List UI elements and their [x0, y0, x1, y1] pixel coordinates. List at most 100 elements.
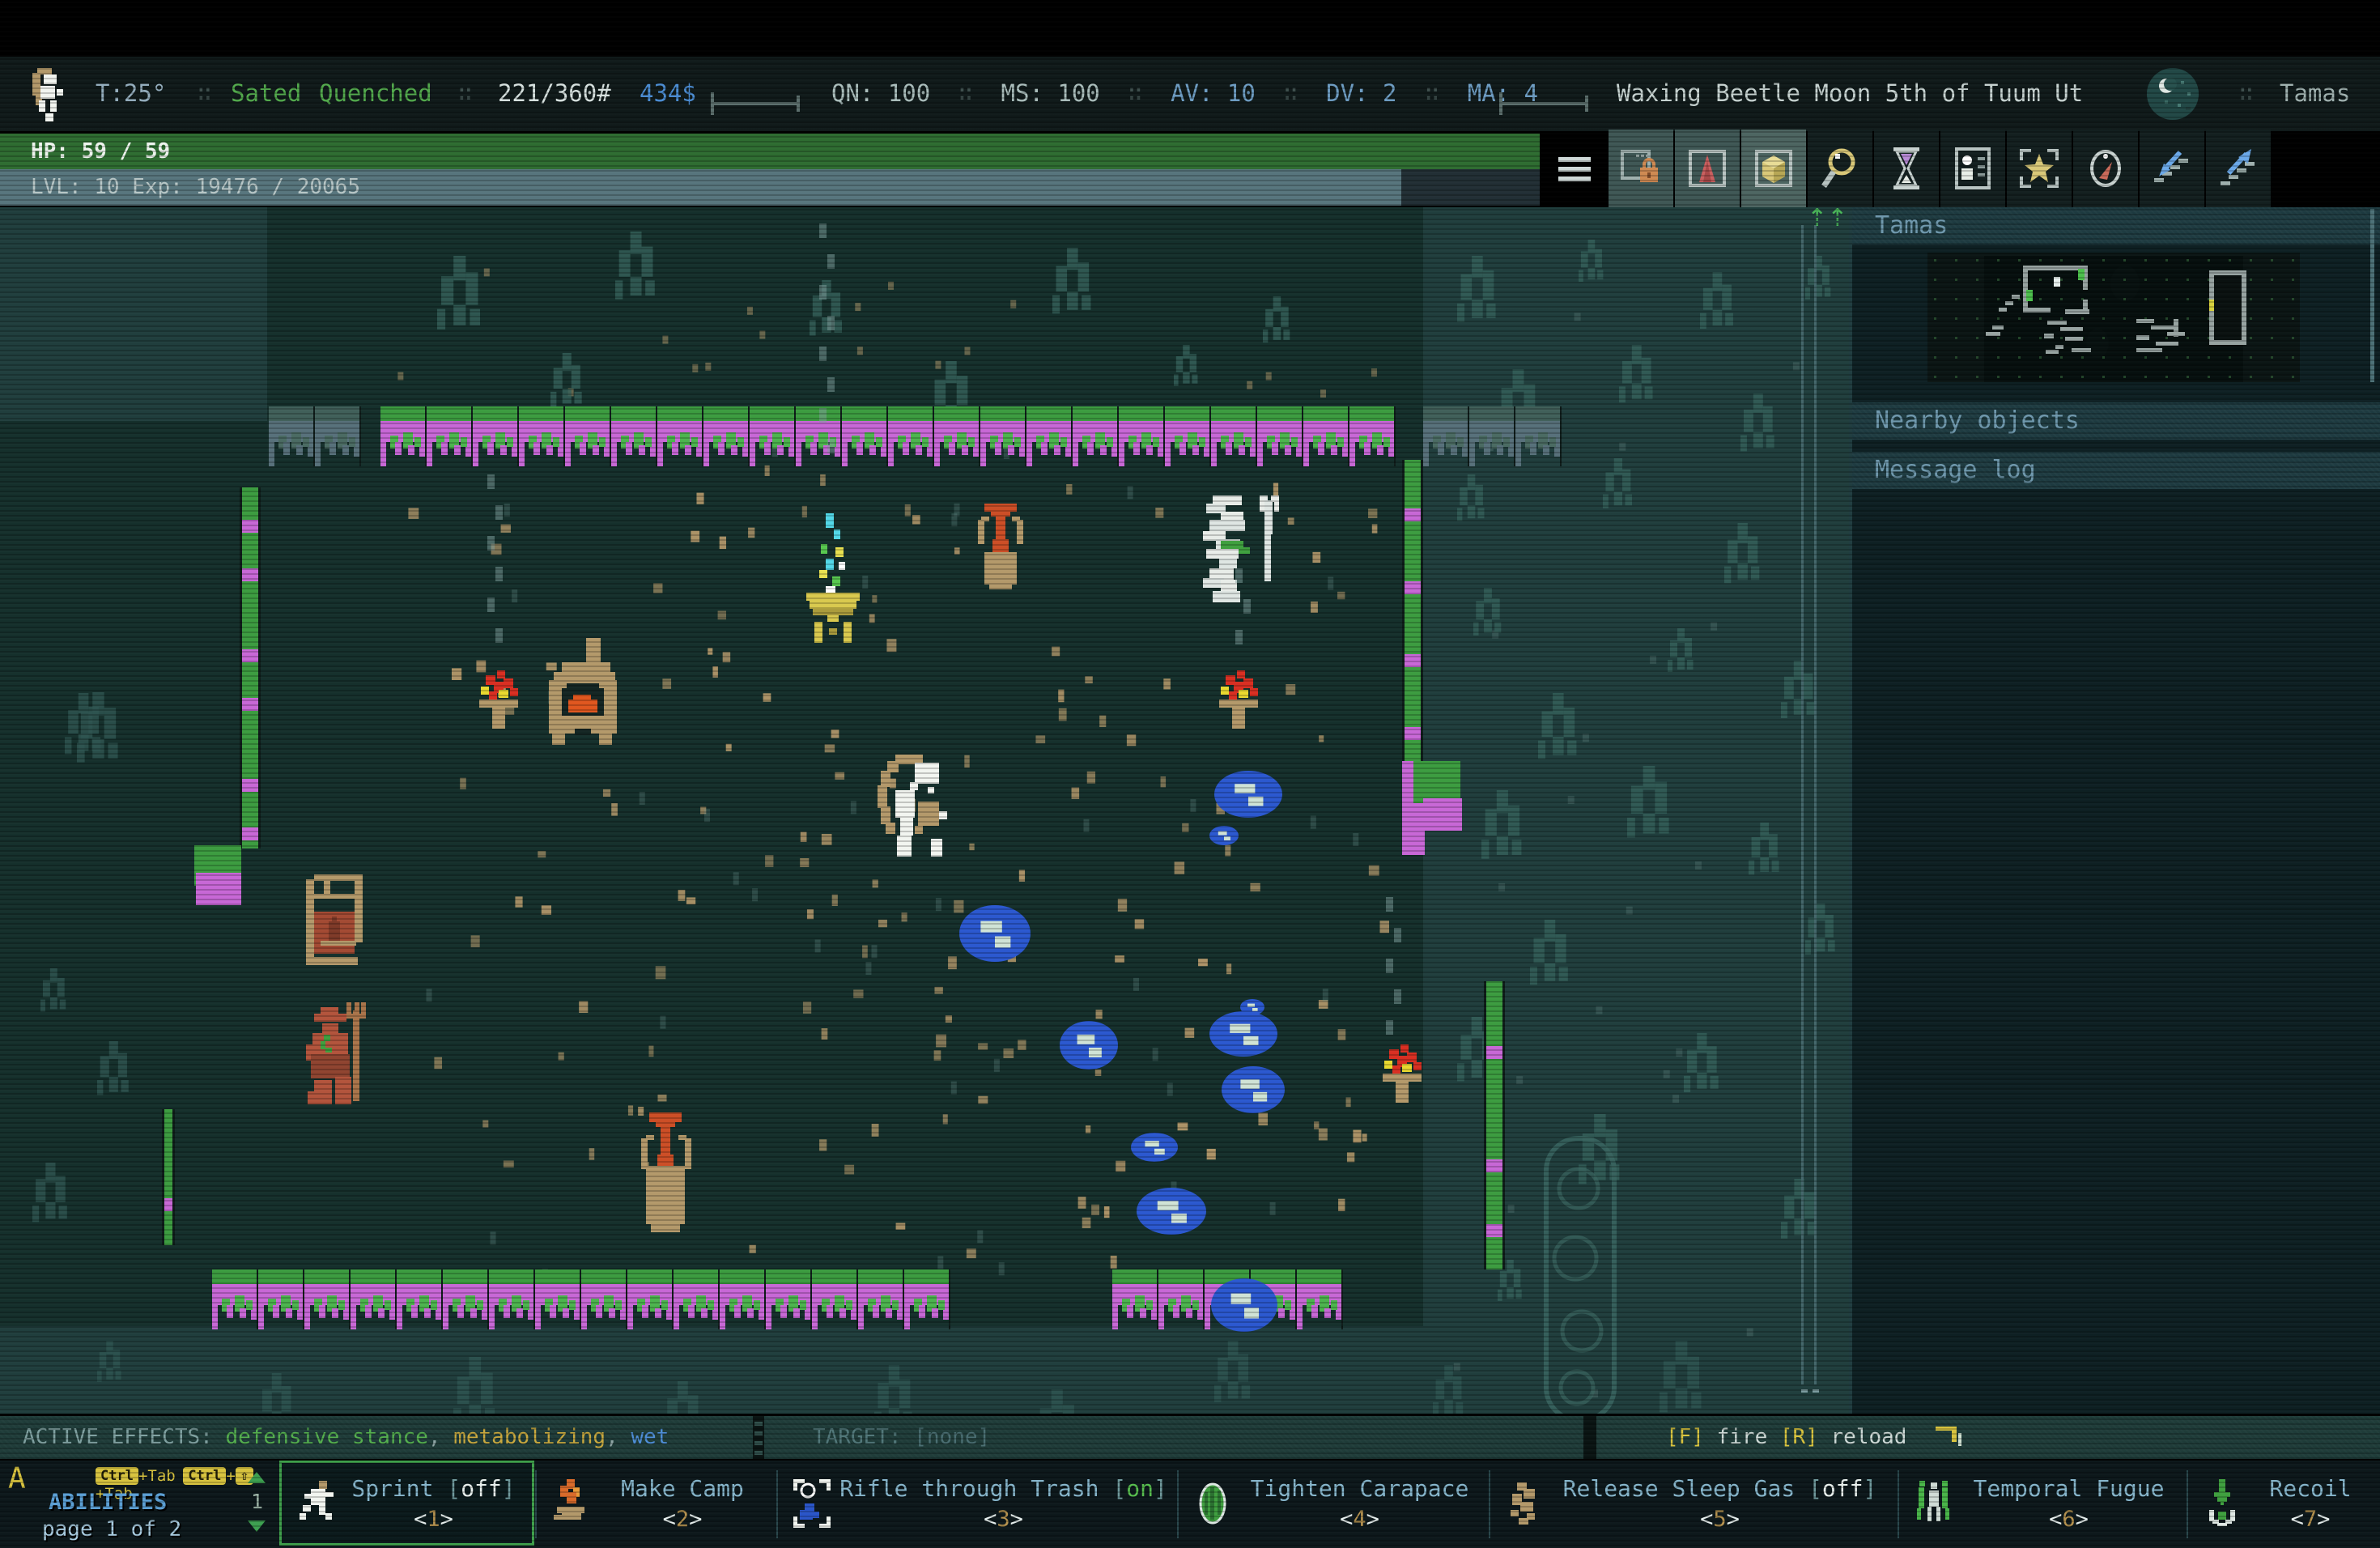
game-map[interactable]: ⇡⇡	[0, 207, 1849, 1414]
water-puddle[interactable]	[1137, 1188, 1206, 1235]
toolbar-star-icon[interactable]	[2007, 130, 2072, 207]
ability-temporal-fugue[interactable]: Temporal Fugue<6>	[1898, 1461, 2186, 1546]
stat-block: QN: 100 ∷ MS: 100 ∷ AV: 10 ∷ DV: 2 ∷ MA:…	[831, 79, 1538, 107]
game-window: T:25° ∷ Sated Quenched ∷ 221/360# 434$ Q…	[0, 0, 2380, 1548]
player-name: Tamas	[2280, 79, 2350, 107]
effect-wet: wet	[631, 1425, 669, 1449]
wall-corner	[196, 873, 241, 905]
wall-vertical	[1484, 981, 1505, 1269]
page-down-arrow[interactable]	[248, 1520, 266, 1532]
amphora-large[interactable]	[631, 1112, 699, 1239]
wall-vertical	[240, 487, 261, 848]
water-puddle[interactable]	[959, 905, 1031, 962]
toolbar-stairs-up-icon[interactable]	[2206, 130, 2271, 207]
abilities-corner-letter: A	[8, 1462, 26, 1495]
toolbar-gem-icon[interactable]	[1741, 130, 1806, 207]
map-scrollbar[interactable]	[1801, 214, 1825, 1404]
torch[interactable]	[1214, 670, 1263, 729]
stat-ms: MS: 100	[1001, 79, 1100, 107]
toolbar-spire-icon[interactable]	[1675, 130, 1740, 207]
water-puddle[interactable]	[1214, 771, 1282, 818]
stat-dv: DV: 2	[1326, 79, 1396, 107]
sidebar-header-nearby-objects[interactable]: Nearby objects	[1852, 402, 2380, 440]
player-portrait-icon	[29, 68, 65, 126]
water-puddle[interactable]	[1222, 1066, 1285, 1113]
status-sated: Sated	[231, 79, 301, 107]
water-puddle[interactable]	[1131, 1133, 1178, 1162]
effect-defensive-stance: defensive stance	[225, 1425, 427, 1449]
wall-vertical	[1402, 460, 1423, 761]
abilities-page-label: page 1 of 2	[42, 1517, 181, 1542]
column[interactable]	[1543, 1135, 1617, 1414]
wall-curtain-faded	[269, 406, 380, 471]
water-puddle[interactable]	[1060, 1021, 1118, 1070]
torch[interactable]	[474, 670, 523, 729]
effect-metabolizing: metabolizing	[453, 1425, 606, 1449]
water-puddle[interactable]	[1211, 1278, 1277, 1332]
map-scroll-up-arrows[interactable]: ⇡⇡	[1807, 207, 1847, 232]
smoke-trail	[819, 223, 844, 484]
wall-corner	[1423, 798, 1462, 831]
toolbar-compass-icon[interactable]	[2073, 130, 2138, 207]
water-puddle[interactable]	[1209, 1011, 1277, 1057]
reload-key[interactable]: [R]	[1780, 1425, 1818, 1449]
temperature: T:25°	[96, 79, 166, 107]
wall-vertical	[162, 1109, 175, 1245]
calendar-date: Waxing Beetle Moon 5th of Tuum Ut	[1617, 79, 2083, 107]
status-row: ACTIVE EFFECTS: defensive stance, metabo…	[0, 1416, 2380, 1459]
ruler-divider-icon	[1499, 92, 1588, 115]
fire-key[interactable]: [F]	[1666, 1425, 1704, 1449]
active-effects-panel: ACTIVE EFFECTS: defensive stance, metabo…	[0, 1416, 753, 1459]
status-divider	[754, 1416, 763, 1459]
ability-bar: A Ctrl+Tab Ctrl+⇧+Tab ABILITIES page 1 o…	[0, 1461, 2380, 1548]
toolbar-journal-icon[interactable]	[1940, 130, 2005, 207]
sidebar-header-player[interactable]: Tamas	[1852, 207, 2380, 245]
wall-corner	[1413, 761, 1460, 803]
toolbar-menu-icon[interactable]	[1542, 130, 1607, 207]
amphora[interactable]	[968, 504, 1033, 591]
ability-sprint[interactable]: Sprint [off]<1>	[279, 1461, 534, 1546]
active-effects-list: defensive stance, metabolizing, wet	[225, 1425, 669, 1449]
ruler-divider-icon	[711, 92, 808, 115]
ability-tighten-carapace[interactable]: Tighten Carapace<4>	[1178, 1461, 1488, 1546]
temporal-fugue-icon	[1915, 1479, 1952, 1528]
chest[interactable]	[296, 873, 374, 994]
target-value: [none]	[914, 1425, 990, 1449]
hp-bar: HP: 59 / 59	[0, 134, 1540, 169]
pistol-icon	[1934, 1422, 1966, 1454]
recoil-icon	[2204, 1479, 2241, 1528]
toolbar-magnifier-icon[interactable]	[1808, 130, 1872, 207]
ability-rifle-through-trash[interactable]: Rifle through Trash [on]<3>	[777, 1461, 1176, 1546]
sidebar-header-message-log[interactable]: Message log	[1852, 452, 2380, 489]
wall-curtain-bright	[212, 1269, 957, 1334]
stat-av: AV: 10	[1171, 79, 1256, 107]
minimap[interactable]	[1927, 253, 2300, 382]
page-number: 1	[251, 1490, 263, 1513]
target-panel: TARGET: [none]	[764, 1416, 1583, 1459]
ability-recoil[interactable]: Recoil<7>	[2187, 1461, 2380, 1546]
oven[interactable]	[539, 638, 627, 751]
level-exp-bar: LVL: 10 Exp: 19476 / 20065	[0, 169, 1540, 206]
farmer[interactable]	[300, 1002, 374, 1109]
hp-text: HP: 59 / 59	[31, 139, 170, 164]
ability-make-camp[interactable]: Make Camp<2>	[536, 1461, 776, 1546]
player[interactable]	[868, 755, 949, 863]
toolbar-stairs-down-icon[interactable]	[2140, 130, 2204, 207]
water-puddle[interactable]	[1240, 999, 1264, 1015]
sidebar-scrollbar[interactable]	[2370, 209, 2374, 382]
smoke-trail	[1386, 897, 1410, 1065]
abilities-panel: A Ctrl+Tab Ctrl+⇧+Tab ABILITIES page 1 o…	[0, 1461, 275, 1546]
wall-curtain-bright	[380, 406, 1413, 471]
water-puddle[interactable]	[1209, 826, 1239, 845]
sprint-icon	[298, 1479, 335, 1528]
toolbar-window-lock-icon[interactable]	[1609, 130, 1673, 207]
page-up-arrow[interactable]	[248, 1472, 266, 1483]
sparkle-fountain[interactable]	[801, 508, 866, 648]
main-toolbar	[1542, 130, 2380, 207]
camp-icon	[552, 1479, 589, 1528]
stat-qn: QN: 100	[831, 79, 930, 107]
ability-release-sleep-gas[interactable]: Release Sleep Gas [off]<5>	[1490, 1461, 1897, 1546]
smoke-trail	[1235, 568, 1260, 675]
smoke-trail	[487, 474, 512, 674]
toolbar-hourglass-icon[interactable]	[1874, 130, 1939, 207]
